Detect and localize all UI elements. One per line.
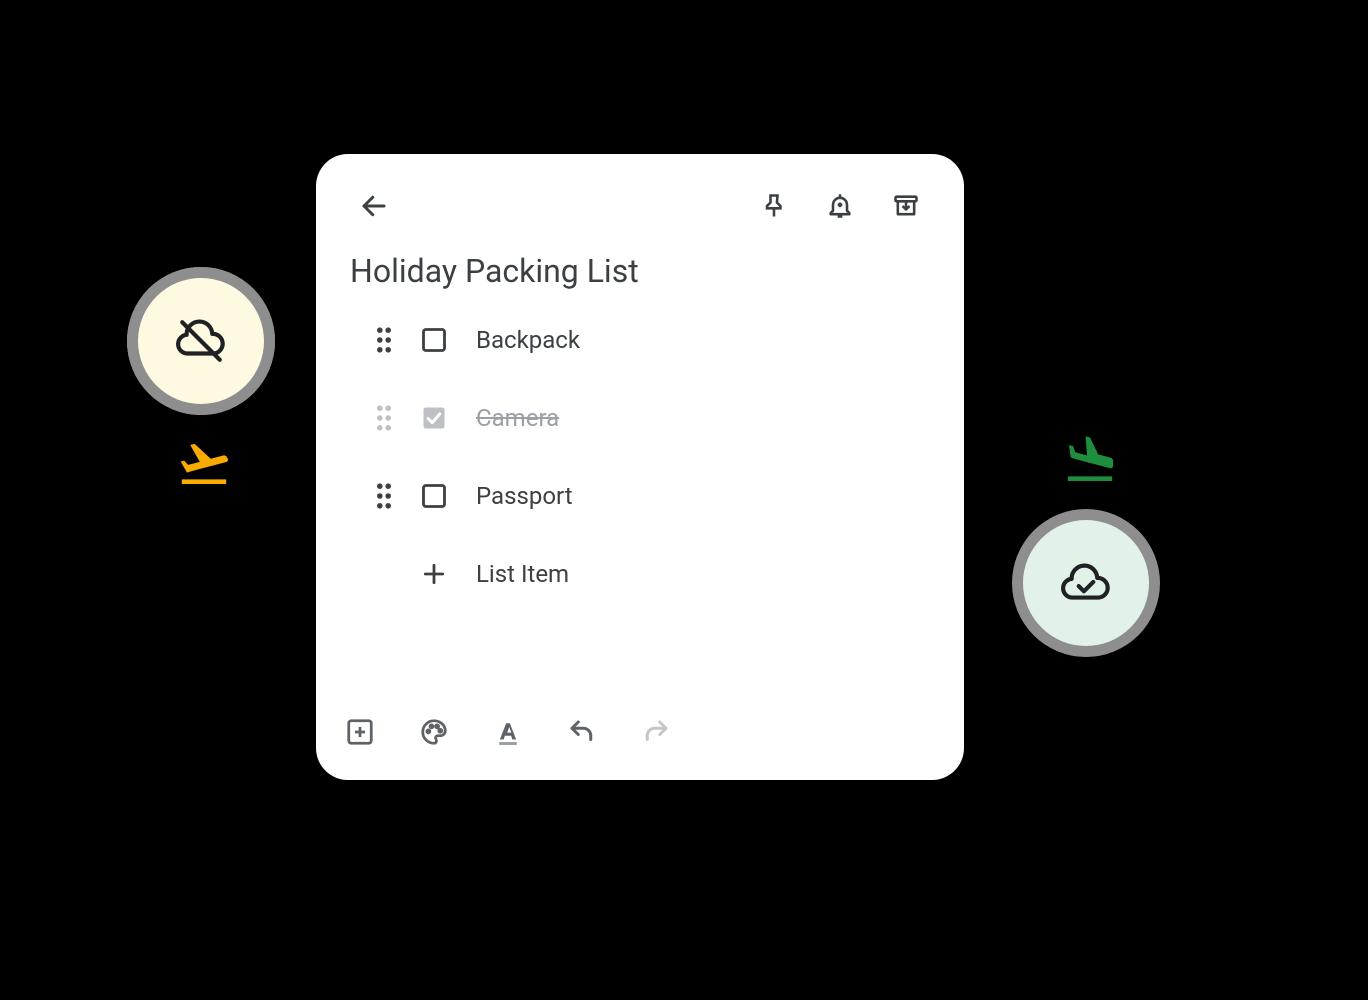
checkbox-checked[interactable] [420, 404, 448, 432]
cloud-done-icon [1061, 558, 1111, 608]
note-header [350, 182, 930, 230]
flight-land-icon [1062, 432, 1118, 492]
archive-icon [892, 192, 920, 220]
bell-plus-icon [826, 192, 854, 220]
checklist-item: Passport [350, 472, 930, 520]
drag-icon [374, 326, 394, 354]
add-list-item[interactable]: List Item [350, 550, 930, 598]
arrow-back-icon [359, 191, 389, 221]
redo-icon [641, 717, 671, 747]
add-item-placeholder: List Item [476, 560, 569, 588]
plus-icon [420, 561, 448, 587]
drag-handle[interactable] [370, 482, 398, 510]
reminder-button[interactable] [816, 182, 864, 230]
undo-button[interactable] [558, 708, 606, 756]
text-format-button[interactable] [484, 708, 532, 756]
back-button[interactable] [350, 182, 398, 230]
add-box-icon [345, 717, 375, 747]
checkbox-checked-icon [420, 404, 448, 432]
palette-button[interactable] [410, 708, 458, 756]
add-button[interactable] [336, 708, 384, 756]
checklist-item-label[interactable]: Backpack [476, 326, 580, 354]
checklist-item: Backpack [350, 316, 930, 364]
note-toolbar [336, 708, 680, 756]
checkbox-icon [420, 326, 448, 354]
checklist-item: Camera [350, 394, 930, 442]
checklist-item-label[interactable]: Passport [476, 482, 573, 510]
cloud-off-badge [127, 267, 275, 415]
cloud-off-icon [176, 316, 226, 366]
archive-button[interactable] [882, 182, 930, 230]
palette-icon [419, 717, 449, 747]
drag-handle[interactable] [370, 404, 398, 432]
drag-icon [374, 404, 394, 432]
redo-button [632, 708, 680, 756]
checklist-item-label[interactable]: Camera [476, 404, 559, 432]
flight-takeoff-icon [176, 435, 232, 495]
pin-icon [760, 192, 788, 220]
note-title[interactable]: Holiday Packing List [350, 252, 930, 290]
drag-handle[interactable] [370, 326, 398, 354]
cloud-done-badge [1012, 509, 1160, 657]
text-format-icon [493, 717, 523, 747]
checkbox-icon [420, 482, 448, 510]
checkbox-unchecked[interactable] [420, 482, 448, 510]
drag-icon [374, 482, 394, 510]
checkbox-unchecked[interactable] [420, 326, 448, 354]
undo-icon [567, 717, 597, 747]
note-card: Holiday Packing List Backpack Camera Pas… [316, 154, 964, 780]
pin-button[interactable] [750, 182, 798, 230]
